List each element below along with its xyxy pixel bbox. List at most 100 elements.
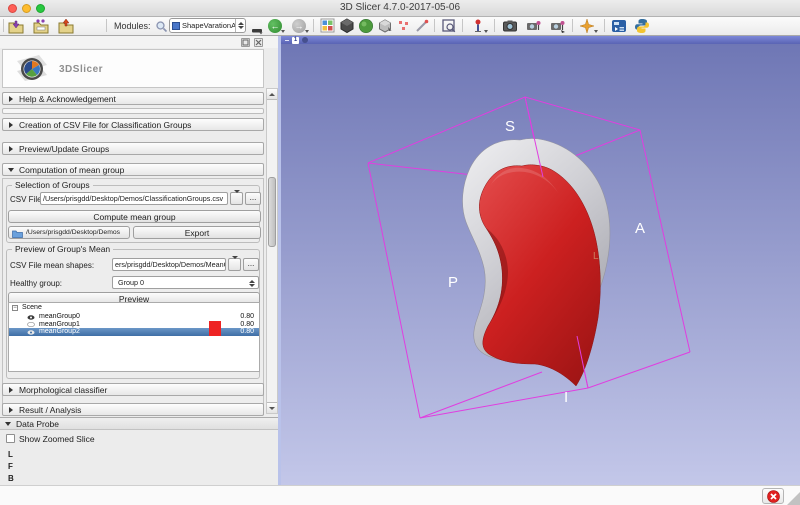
visibility-on-icon[interactable]	[27, 330, 35, 335]
window-title: 3D Slicer 4.7.0-2017-05-06	[0, 2, 800, 13]
show-zoomed-slice-checkbox[interactable]	[6, 434, 15, 443]
tree-expander-icon[interactable]: −	[12, 305, 18, 311]
load-dicom-icon[interactable]	[33, 18, 49, 34]
annotations-icon[interactable]	[414, 18, 430, 34]
load-data-icon[interactable]	[8, 18, 24, 34]
tree-row-meangroup0[interactable]: meanGroup0 0.80	[9, 313, 259, 321]
probe-axis-b-label: B	[8, 474, 14, 483]
panel-close-button[interactable]	[254, 38, 263, 47]
section-csv-creation[interactable]: Creation of CSV File for Classification …	[2, 118, 264, 131]
layout-icon[interactable]	[320, 18, 336, 34]
toolbar-separator	[462, 19, 463, 32]
collapse-arrow-icon	[9, 122, 13, 128]
section-label: Creation of CSV File for Classification …	[19, 120, 191, 130]
button-label: Compute mean group	[93, 212, 175, 222]
csv-mean-browse-button[interactable]: ...	[243, 258, 259, 271]
csv-mean-shapes-value: ers/prisgdd/Desktop/Demos/MeanGroups.csv	[115, 260, 226, 269]
probe-axis-f-label: F	[8, 462, 13, 471]
section-preview-update-groups[interactable]: Preview/Update Groups	[2, 142, 264, 155]
scroll-up-button[interactable]	[267, 89, 277, 100]
csv-file-combobox[interactable]: /Users/prisgdd/Desktop/Demos/Classificat…	[40, 192, 228, 205]
section-computation-mean-group[interactable]: Computation of mean group	[2, 163, 264, 176]
view-pin-icon[interactable]	[302, 37, 308, 43]
slicer-logo-text: 3DSlicer	[59, 64, 103, 75]
csv-mean-dropdown-button[interactable]	[228, 258, 241, 271]
zoom-region-icon[interactable]	[441, 18, 457, 34]
panel-scrollbar[interactable]	[266, 88, 278, 414]
scene-view-icon[interactable]	[526, 18, 542, 34]
csv-file-value: /Users/prisgdd/Desktop/Demos/Classificat…	[43, 194, 223, 203]
label-posterior: P	[448, 274, 458, 291]
capture-icon[interactable]	[502, 18, 518, 34]
tree-row-meangroup1[interactable]: meanGroup1 0.80	[9, 321, 259, 329]
section-help-acknowledgement[interactable]: Help & Acknowledgement	[2, 92, 264, 105]
volume-module-icon[interactable]	[358, 18, 374, 34]
crosshair-caret[interactable]	[484, 30, 488, 33]
model-color-swatch[interactable]	[209, 321, 221, 336]
panel-float-button[interactable]	[241, 38, 250, 47]
csv-mean-shapes-combobox[interactable]: ers/prisgdd/Desktop/Demos/MeanGroups.csv	[112, 258, 226, 271]
section-morphological-classifier[interactable]: Morphological classifier	[2, 383, 264, 396]
csv-file-browse-button[interactable]: ...	[245, 192, 261, 205]
panel-dock-titlebar	[0, 36, 278, 48]
collapse-arrow-icon	[9, 96, 13, 102]
healthy-group-label: Healthy group:	[10, 279, 62, 288]
resize-grip[interactable]	[787, 492, 800, 505]
collapse-arrow-icon	[9, 407, 13, 413]
back-history-caret[interactable]	[281, 30, 285, 33]
python-console-icon[interactable]	[634, 18, 650, 34]
csv-file-dropdown-button[interactable]	[230, 192, 243, 205]
scroll-down-button[interactable]	[267, 402, 277, 413]
module-selector-value: ShapeVarationAnalyzer	[182, 21, 235, 30]
module-selector-combobox[interactable]: ShapeVarationAnalyzer	[169, 18, 246, 33]
visibility-off-icon[interactable]	[27, 322, 35, 327]
healthy-group-value: Group 0	[118, 278, 144, 287]
expand-arrow-icon	[8, 168, 14, 172]
forward-icon[interactable]: →	[292, 19, 306, 33]
view-collapse-icon[interactable]	[285, 40, 289, 42]
help-content-strip	[2, 108, 264, 114]
toolbar-separator	[572, 19, 573, 32]
scrollbar-thumb[interactable]	[268, 177, 276, 247]
visibility-on-icon[interactable]	[27, 315, 35, 320]
tree-item-value: 0.80	[230, 313, 254, 321]
3d-views-icon[interactable]	[339, 18, 355, 34]
section-label: Data Probe	[16, 419, 59, 429]
healthy-group-combobox[interactable]: Group 0	[112, 276, 259, 289]
slicer-logo-box: 3DSlicer	[2, 49, 264, 88]
module-panel: 3DSlicer Help & Acknowledgement Creation…	[0, 36, 278, 485]
tree-row-scene[interactable]: − Scene	[9, 304, 259, 312]
export-directory-button[interactable]: /Users/prisgdd/Desktop/Demos	[8, 226, 130, 239]
titlebar: 3D Slicer 4.7.0-2017-05-06	[0, 0, 800, 17]
threed-scene[interactable]: S A P I L	[281, 44, 800, 485]
threed-view-controller-bar[interactable]: 1	[281, 36, 800, 44]
label-left-faint: L	[593, 251, 599, 262]
section-data-probe[interactable]: Data Probe	[0, 417, 278, 430]
section-result-analysis[interactable]: Result / Analysis	[2, 403, 264, 416]
markups-icon[interactable]	[396, 18, 412, 34]
extensions-sparkle-icon[interactable]	[579, 18, 595, 34]
scene-view-restore-icon[interactable]	[550, 18, 566, 34]
compute-mean-group-button[interactable]: Compute mean group	[8, 210, 261, 223]
healthy-group-stepper[interactable]	[247, 278, 257, 288]
folder-icon	[12, 229, 23, 238]
toolbar-separator	[604, 19, 605, 32]
tree-item-value: 0.80	[230, 328, 254, 336]
extension-manager-icon[interactable]	[611, 18, 627, 34]
save-icon[interactable]	[58, 18, 74, 34]
tree-row-meangroup2-selected[interactable]: meanGroup2 0.80	[9, 328, 259, 336]
error-log-button[interactable]	[762, 488, 784, 504]
error-close-icon	[767, 490, 780, 503]
volume-rendering-icon[interactable]	[377, 18, 393, 34]
forward-history-caret[interactable]	[305, 30, 309, 33]
scene-tree: − Scene meanGroup0 0.80 meanGroup1 0.80 …	[8, 302, 260, 372]
back-icon[interactable]: ←	[268, 19, 282, 33]
expand-arrow-icon	[5, 422, 11, 426]
collapse-arrow-icon	[9, 146, 13, 152]
export-button[interactable]: Export	[133, 226, 261, 239]
module-selector-stepper[interactable]	[235, 19, 245, 32]
extensions-caret[interactable]	[594, 30, 598, 33]
tree-item-label: Scene	[22, 304, 42, 312]
tree-item-label: meanGroup0	[39, 313, 80, 321]
threed-view[interactable]: 1	[281, 36, 800, 485]
